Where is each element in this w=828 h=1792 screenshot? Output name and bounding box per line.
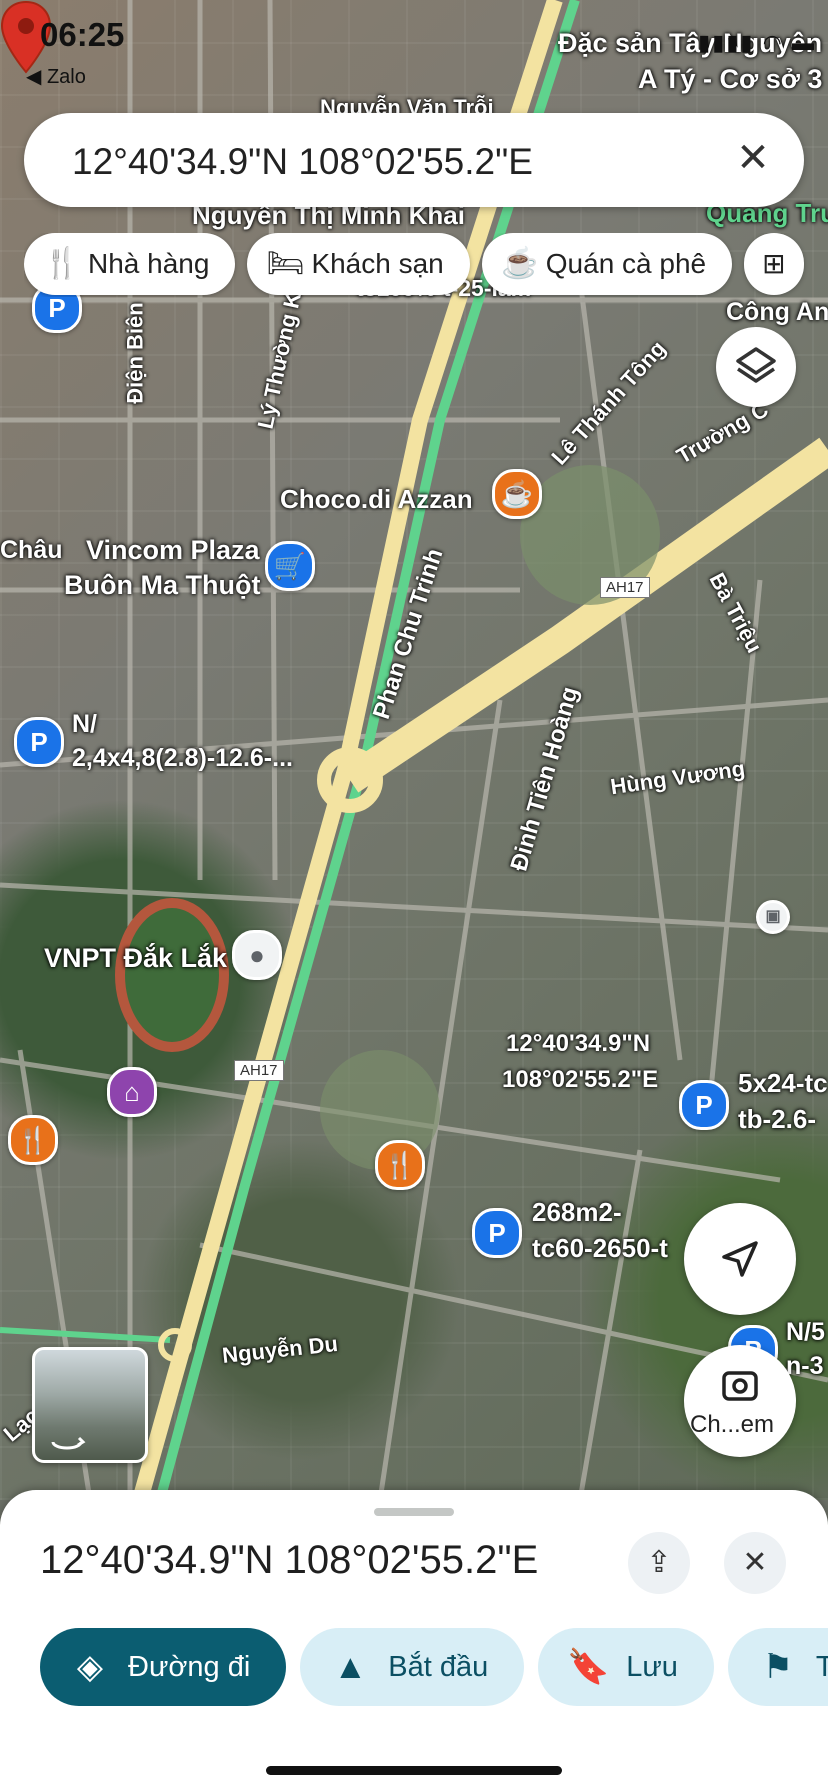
back-to-app-link[interactable]: ◀ Zalo xyxy=(26,64,86,89)
place-label[interactable]: Công An xyxy=(726,298,828,327)
action-buttons: ◈ Đường đi ▲ Bắt đầu 🔖 Lưu ⚑ T xyxy=(40,1628,828,1708)
home-indicator[interactable] xyxy=(266,1766,562,1775)
lens-search-button[interactable]: Ch...em xyxy=(684,1345,796,1457)
status-bar: 06:25 ◀ Zalo ▮▮▮▮ ◠ ▬ xyxy=(0,0,828,100)
chip-coffee[interactable]: ☕ Quán cà phê xyxy=(481,233,733,295)
flag-icon: ⚑ xyxy=(762,1648,794,1686)
start-button[interactable]: ▲ Bắt đầu xyxy=(300,1628,525,1706)
navigation-arrow-icon xyxy=(722,1241,758,1277)
restaurant-icon[interactable]: 🍴 xyxy=(375,1140,425,1190)
place-label[interactable]: Vincom Plaza xyxy=(86,535,260,566)
drag-handle[interactable] xyxy=(374,1508,454,1516)
location-icon[interactable]: ● xyxy=(232,930,282,980)
place-label[interactable]: Choco.di Azzan xyxy=(280,484,473,515)
close-icon[interactable]: ✕ xyxy=(730,135,776,181)
place-label[interactable]: tc60-2650-t xyxy=(532,1233,668,1264)
place-label[interactable]: Châu xyxy=(0,536,63,565)
battery-icon: ▬ xyxy=(792,30,816,55)
action-label: Lưu xyxy=(626,1651,678,1683)
sheet-title: 12°40'34.9"N 108°02'55.2"E xyxy=(40,1538,539,1582)
place-label[interactable]: tb-2.6- xyxy=(738,1104,816,1135)
search-bar[interactable]: 12°40'34.9"N 108°02'55.2"E ✕ xyxy=(24,113,804,207)
place-label[interactable]: Buôn Ma Thuột xyxy=(64,570,260,601)
landmark-icon[interactable]: ⌂ xyxy=(107,1067,157,1117)
chip-label: Nhà hàng xyxy=(88,248,210,279)
wifi-icon: ◠ xyxy=(762,30,784,55)
directions-icon: ◈ xyxy=(76,1648,104,1686)
bookmark-icon: 🔖 xyxy=(567,1648,610,1686)
signal-icon: ▮▮▮▮ xyxy=(698,30,755,55)
close-icon: ✕ xyxy=(742,1546,768,1579)
directions-button[interactable]: ◈ Đường đi xyxy=(40,1628,287,1706)
highway-shield: AH17 xyxy=(600,577,650,598)
place-label[interactable]: N/5 xyxy=(786,1318,825,1347)
restaurant-icon: 🍴 xyxy=(43,247,81,280)
place-label[interactable]: 2,4x4,8(2.8)-12.6-... xyxy=(72,744,293,773)
navigation-icon: ▲ xyxy=(333,1648,368,1686)
category-chips: 🍴 Nhà hàng 🛏 Khách sạn ☕ Quán cà phê ⊞ xyxy=(24,233,828,297)
chip-hotels[interactable]: 🛏 Khách sạn xyxy=(247,233,470,295)
hotel-icon: 🛏 xyxy=(266,247,305,280)
parking-icon[interactable]: P xyxy=(679,1080,729,1130)
rotate-360-icon xyxy=(51,1436,86,1450)
my-location-button[interactable] xyxy=(684,1203,796,1315)
shopping-cart-icon[interactable]: 🛒 xyxy=(265,541,315,591)
share-icon: ⇪ xyxy=(646,1546,672,1579)
place-bottom-sheet[interactable]: 12°40'34.9"N 108°02'55.2"E ⇪ ✕ ◈ Đường đ… xyxy=(0,1490,828,1792)
coffee-icon: ☕ xyxy=(501,247,539,280)
street-view-thumbnail[interactable] xyxy=(32,1347,148,1463)
dropped-pin-lat: 12°40'34.9"N xyxy=(506,1030,651,1057)
place-label[interactable]: 5x24-tc xyxy=(738,1068,828,1099)
chip-restaurants[interactable]: 🍴 Nhà hàng xyxy=(24,233,236,295)
chip-label: Quán cà phê xyxy=(545,248,707,279)
street-label: Điện Biên xyxy=(122,302,148,404)
lens-label: Ch...em xyxy=(690,1411,775,1438)
parking-icon[interactable]: P xyxy=(14,717,64,767)
action-label: Đường đi xyxy=(128,1651,251,1683)
layers-button[interactable] xyxy=(716,327,796,407)
place-label[interactable]: VNPT Đắk Lắk xyxy=(44,943,227,974)
layers-icon xyxy=(736,347,776,383)
action-label: Bắt đầu xyxy=(388,1651,489,1683)
share-button[interactable]: ⇪ xyxy=(628,1532,690,1594)
status-icons: ▮▮▮▮ ◠ ▬ xyxy=(698,30,816,56)
bus-stop-icon[interactable]: ▣ xyxy=(756,900,790,934)
close-sheet-button[interactable]: ✕ xyxy=(724,1532,786,1594)
save-button[interactable]: 🔖 Lưu xyxy=(538,1628,714,1706)
status-time: 06:25 xyxy=(40,16,125,53)
dropped-pin-lng: 108°02'55.2"E xyxy=(502,1066,659,1093)
chip-more[interactable]: ⊞ xyxy=(744,233,805,295)
search-query[interactable]: 12°40'34.9"N 108°02'55.2"E xyxy=(72,141,533,183)
camera-search-icon xyxy=(722,1371,758,1401)
label-button[interactable]: ⚑ T xyxy=(727,1628,828,1706)
parking-icon[interactable]: P xyxy=(472,1208,522,1258)
restaurant-icon[interactable]: 🍴 xyxy=(8,1115,58,1165)
action-label: T xyxy=(815,1651,828,1683)
plus-icon: ⊞ xyxy=(762,248,786,279)
place-label[interactable]: 268m2- xyxy=(532,1197,622,1228)
coffee-icon[interactable]: ☕ xyxy=(492,469,542,519)
place-label[interactable]: N/ xyxy=(72,710,97,739)
highway-shield: AH17 xyxy=(234,1060,284,1081)
chip-label: Khách sạn xyxy=(311,248,444,279)
